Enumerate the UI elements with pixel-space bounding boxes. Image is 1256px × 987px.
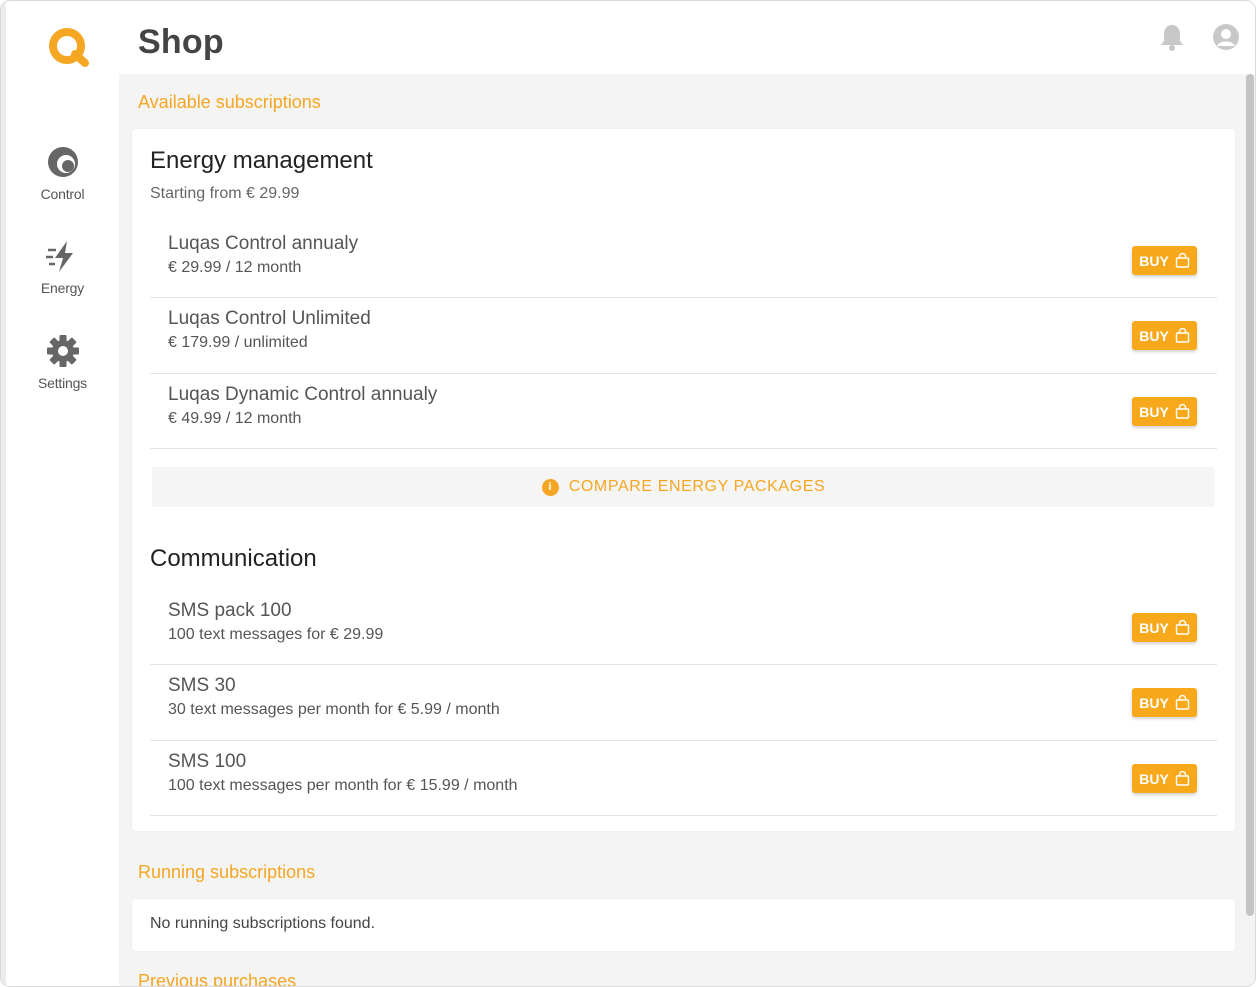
list-item: SMS 30 30 text messages per month for € … xyxy=(150,665,1217,741)
control-icon xyxy=(47,147,78,177)
item-name: Luqas Dynamic Control annualy xyxy=(168,384,438,405)
sidebar-item-label: Control xyxy=(40,186,85,202)
shopping-bag-icon xyxy=(1175,695,1189,710)
item-name: Luqas Control annualy xyxy=(168,233,359,254)
shopping-bag-icon xyxy=(1175,328,1189,343)
energy-icon xyxy=(45,241,73,272)
main-content: Available subscriptions Energy managemen… xyxy=(119,74,1247,987)
buy-button[interactable]: BUY xyxy=(1132,764,1197,793)
luqas-logo xyxy=(49,28,89,67)
running-subscriptions-label: Running subscriptions xyxy=(138,862,316,882)
shopping-bag-icon xyxy=(1175,253,1189,268)
list-item: Luqas Dynamic Control annualy € 49.99 / … xyxy=(150,374,1217,449)
buy-button[interactable]: BUY xyxy=(1132,397,1197,426)
sidebar-item-settings[interactable]: Settings xyxy=(6,333,119,391)
list-item: Luqas Control Unlimited € 179.99 / unlim… xyxy=(150,298,1217,374)
shopping-bag-icon xyxy=(1175,404,1189,419)
item-name: Luqas Control Unlimited xyxy=(168,308,371,329)
shopping-bag-icon xyxy=(1175,771,1189,786)
app-window: Control Energy Settings Shop Available s… xyxy=(0,0,1256,987)
sidebar-item-label: Energy xyxy=(40,280,85,296)
page-title: Shop xyxy=(138,23,224,61)
list-item: SMS 100 100 text messages per month for … xyxy=(150,741,1217,816)
item-price: 100 text messages for € 29.99 xyxy=(168,626,384,643)
buy-button[interactable]: BUY xyxy=(1132,246,1197,275)
buy-label: BUY xyxy=(1139,252,1169,269)
item-price: 100 text messages per month for € 15.99 … xyxy=(168,777,518,794)
energy-management-title: Energy management xyxy=(150,147,373,174)
running-subscriptions-card: No running subscriptions found. xyxy=(132,899,1235,951)
item-price: € 179.99 / unlimited xyxy=(168,334,308,351)
compare-energy-packages-button[interactable]: i COMPARE ENERGY PACKAGES xyxy=(152,467,1215,507)
item-price: € 29.99 / 12 month xyxy=(168,259,302,276)
empty-state-text: No running subscriptions found. xyxy=(150,915,376,932)
user-avatar-icon[interactable] xyxy=(1212,23,1240,51)
communication-title: Communication xyxy=(150,545,317,572)
compare-label: COMPARE ENERGY PACKAGES xyxy=(568,478,826,495)
buy-button[interactable]: BUY xyxy=(1132,613,1197,642)
info-icon: i xyxy=(541,478,559,496)
bell-icon[interactable] xyxy=(1159,23,1185,51)
item-price: € 49.99 / 12 month xyxy=(168,410,302,427)
scrollbar[interactable] xyxy=(1246,74,1254,986)
item-price: 30 text messages per month for € 5.99 / … xyxy=(168,701,500,718)
buy-label: BUY xyxy=(1139,327,1169,344)
item-name: SMS 30 xyxy=(168,675,236,696)
buy-button[interactable]: BUY xyxy=(1132,688,1197,717)
item-name: SMS 100 xyxy=(168,751,247,772)
gear-icon xyxy=(46,335,79,367)
shopping-bag-icon xyxy=(1175,620,1189,635)
sidebar-item-control[interactable]: Control xyxy=(6,144,119,202)
buy-label: BUY xyxy=(1139,770,1169,787)
available-subscriptions-label: Available subscriptions xyxy=(138,92,321,112)
scrollbar-thumb[interactable] xyxy=(1246,74,1254,916)
previous-purchases-label: Previous purchases xyxy=(138,971,297,987)
list-item: Luqas Control annualy € 29.99 / 12 month… xyxy=(150,223,1217,298)
item-name: SMS pack 100 xyxy=(168,600,292,621)
list-item: SMS pack 100 100 text messages for € 29.… xyxy=(150,590,1217,665)
energy-management-subtitle: Starting from € 29.99 xyxy=(150,185,300,202)
sidebar-item-energy[interactable]: Energy xyxy=(6,238,119,296)
sidebar: Control Energy Settings xyxy=(1,1,119,986)
header: Shop xyxy=(119,1,1255,74)
buy-button[interactable]: BUY xyxy=(1132,321,1197,350)
available-subscriptions-card: Energy management Starting from € 29.99 … xyxy=(132,129,1235,831)
buy-label: BUY xyxy=(1139,403,1169,420)
buy-label: BUY xyxy=(1139,694,1169,711)
sidebar-item-label: Settings xyxy=(38,375,87,391)
buy-label: BUY xyxy=(1139,619,1169,636)
